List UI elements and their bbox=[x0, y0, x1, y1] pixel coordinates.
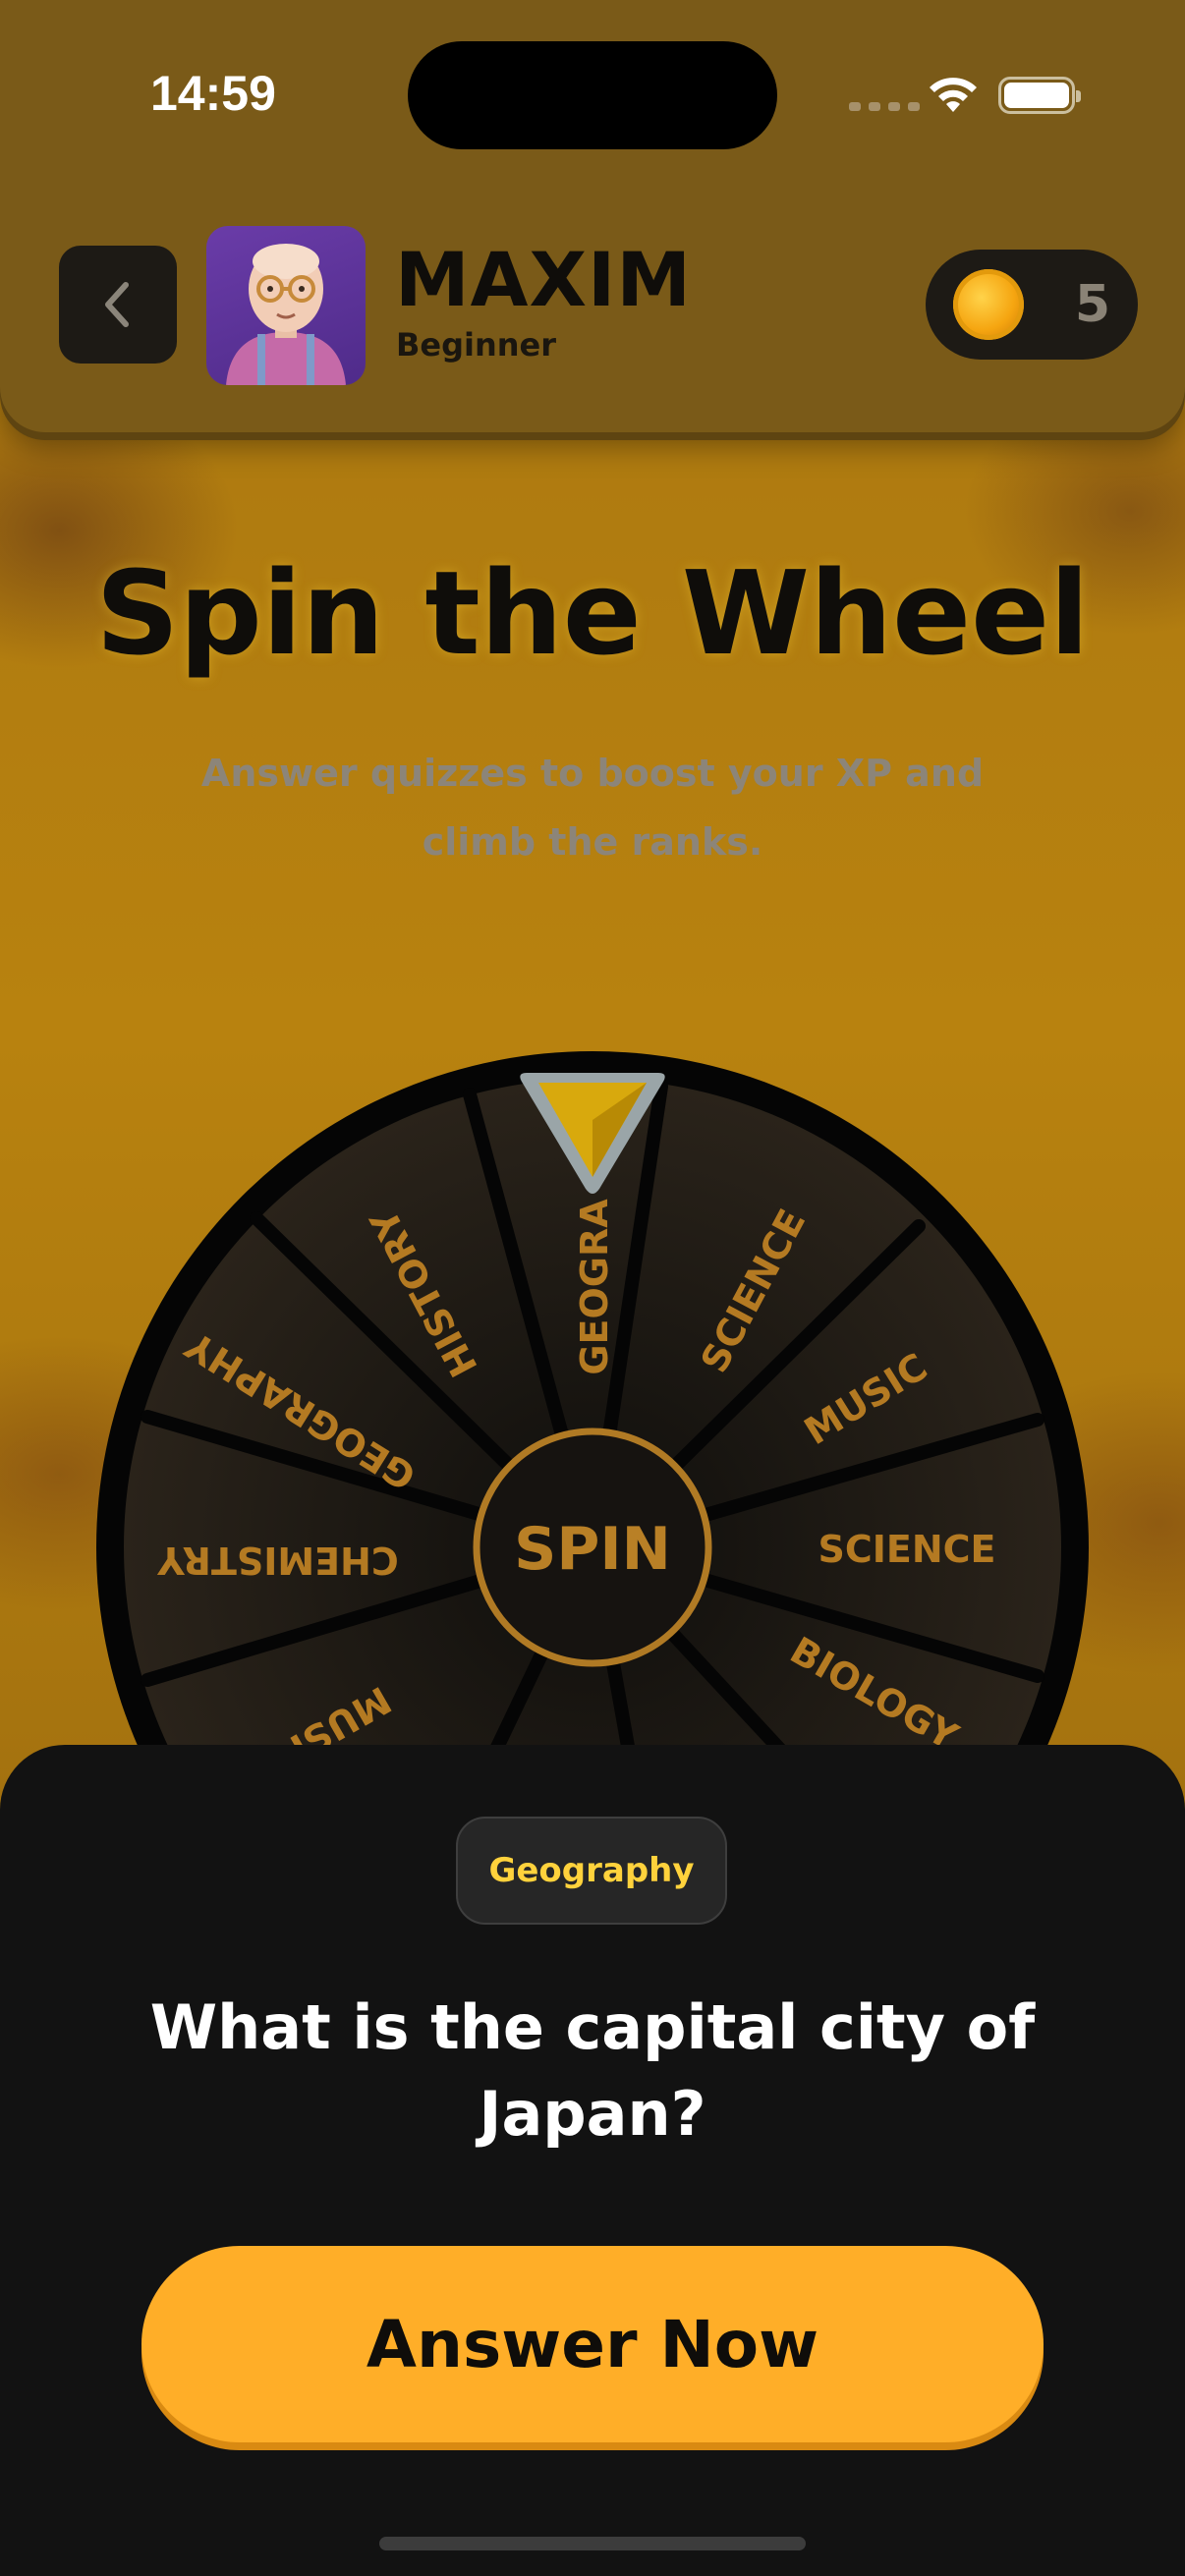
spin-button[interactable]: SPIN bbox=[514, 1515, 671, 1584]
quiz-question: What is the capital city of Japan? bbox=[149, 1991, 1036, 2150]
page-title: Spin the Wheel bbox=[95, 545, 1090, 681]
chevron-left-icon bbox=[105, 282, 129, 327]
coin-balance[interactable]: 5 bbox=[926, 250, 1138, 360]
signal-icon bbox=[849, 102, 920, 111]
segment-label: GEOGRA bbox=[573, 1199, 616, 1375]
wheel-pointer-icon bbox=[520, 1073, 665, 1194]
category-tag: Geography bbox=[456, 1817, 727, 1925]
battery-icon bbox=[998, 77, 1081, 114]
back-button[interactable] bbox=[59, 246, 177, 364]
page-subtitle: Answer quizzes to boost your XP and clim… bbox=[200, 752, 985, 864]
home-indicator bbox=[379, 2537, 806, 2550]
dynamic-island bbox=[408, 41, 777, 149]
coin-count: 5 bbox=[1074, 275, 1110, 334]
answer-now-button[interactable]: Answer Now bbox=[141, 2246, 1044, 2442]
avatar bbox=[206, 226, 366, 385]
user-level: Beginner bbox=[396, 326, 557, 364]
coin-icon bbox=[953, 269, 1024, 340]
wifi-icon bbox=[930, 78, 977, 112]
segment-label: SCIENCE bbox=[818, 1528, 995, 1571]
segment-label: CHEMISTRY bbox=[157, 1539, 399, 1582]
status-time: 14:59 bbox=[150, 66, 276, 121]
user-name: MAXIM bbox=[395, 236, 692, 323]
